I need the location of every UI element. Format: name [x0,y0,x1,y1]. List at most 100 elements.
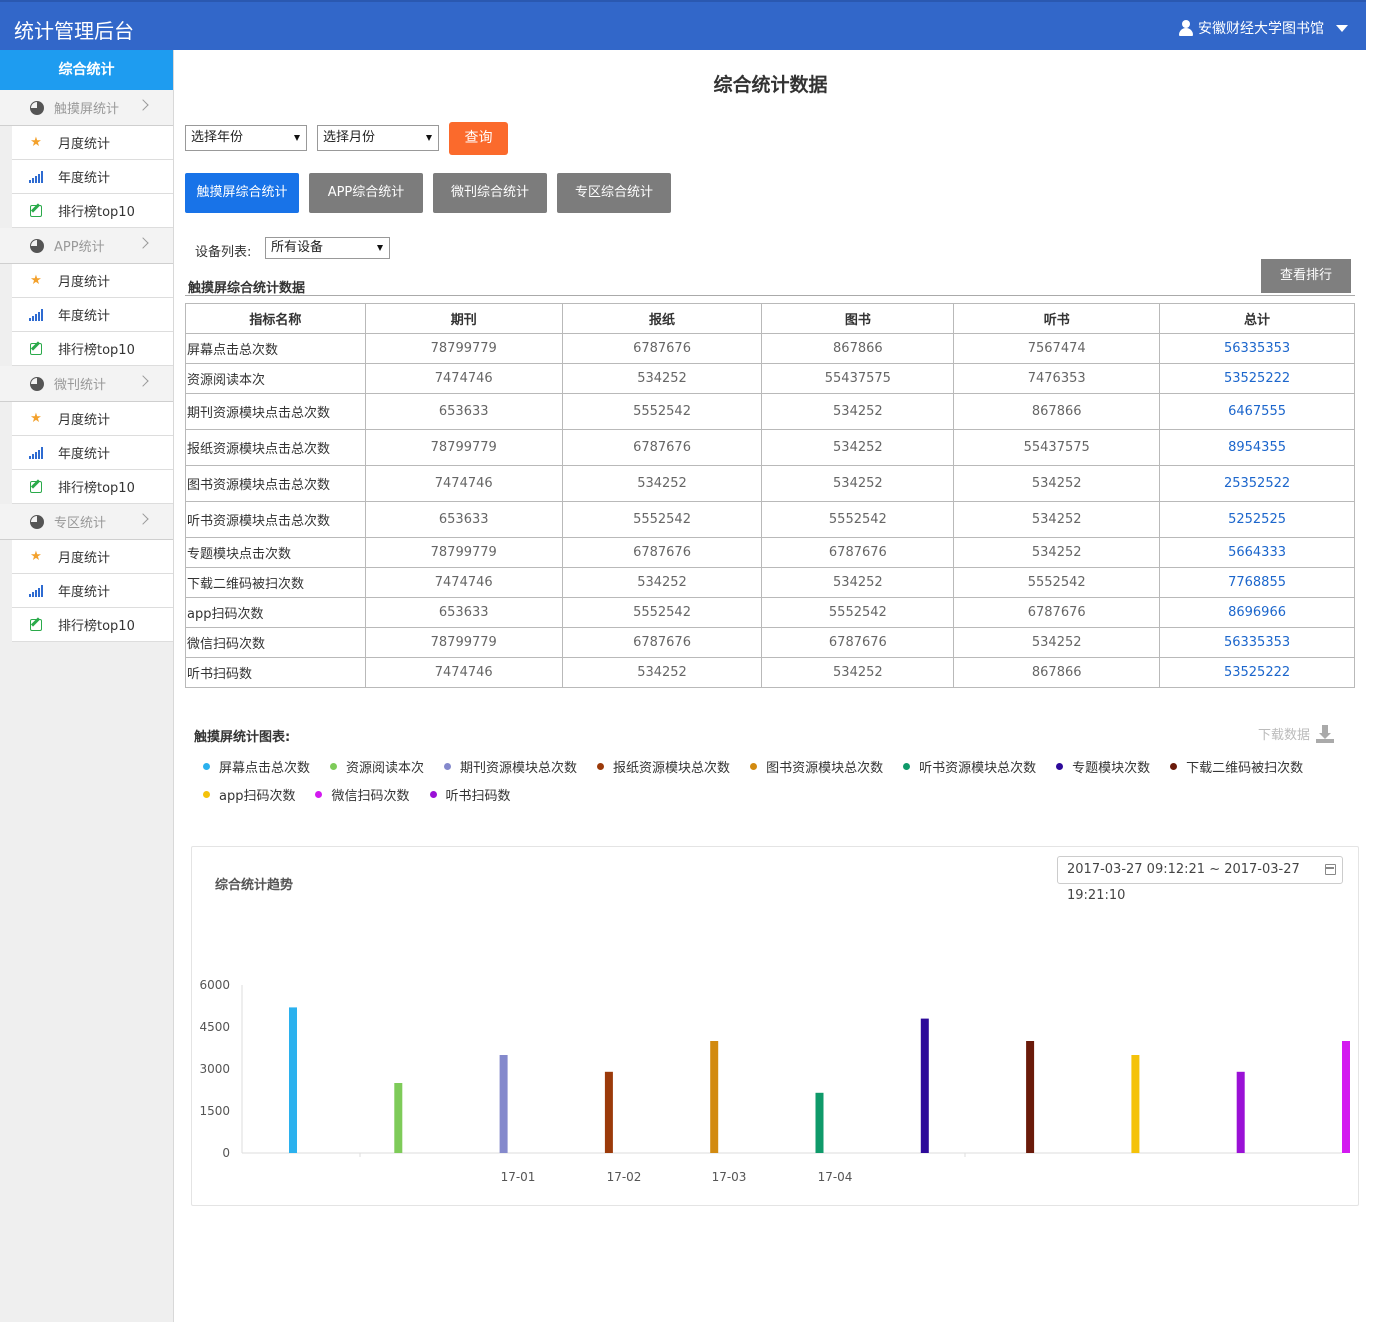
trend-panel: 综合统计趋势 2017-03-27 09:12:21 ~ 2017-03-27 … [191,846,1359,1206]
legend-dot [330,762,338,770]
legend-item[interactable]: 微信扫码次数 [315,786,410,804]
total-link[interactable]: 7768855 [1159,567,1355,598]
total-link[interactable]: 5664333 [1159,537,1355,568]
sidebar-item-3-1[interactable]: 年度统计 [12,574,173,608]
total-link[interactable]: 5252525 [1159,501,1355,538]
tab-zone[interactable]: 专区综合统计 [557,173,671,213]
sidebar-item-2-0[interactable]: ★ 月度统计 [12,402,173,436]
tab-app[interactable]: APP综合统计 [309,173,423,213]
table-row: 专题模块点击次数 78799779 6787676 6787676 534252 5664… [185,537,1355,568]
table-cell: 534252 [761,465,955,502]
bar [604,1071,613,1153]
total-link[interactable]: 53525222 [1159,363,1355,394]
bar [920,1018,929,1153]
legend-label: 屏幕点击总次数 [219,760,311,776]
legend-item[interactable]: 听书资源模块总次数 [903,758,1036,776]
edit-icon [28,204,44,218]
table-cell: 534252 [953,537,1161,568]
legend-item[interactable]: 期刊资源模块总次数 [444,758,578,776]
total-link[interactable]: 53525222 [1159,657,1355,688]
chevron-right-icon [137,375,149,387]
legend-item[interactable]: app扫码次数 [203,786,295,804]
sidebar-item-0-1[interactable]: 年度统计 [12,160,173,194]
total-link[interactable]: 8696966 [1159,597,1355,628]
sidebar-head[interactable]: 综合统计 [0,50,173,90]
query-button[interactable]: 查询 [449,122,508,155]
table-cell: 55437575 [761,363,955,394]
sidebar-item-1-0[interactable]: ★ 月度统计 [12,264,173,298]
sidebar-group-1[interactable]: APP统计 [0,228,173,264]
legend-dot [203,762,210,770]
row-label: 期刊资源模块点击总次数 [185,393,366,430]
row-label: 资源阅读本次 [185,363,366,394]
sidebar-item-label: 年度统计 [58,447,111,462]
row-label: 微信扫码次数 [185,627,366,658]
table-cell: 534252 [761,429,955,466]
edit-icon [28,618,44,632]
dropdown-arrow-icon [377,245,383,251]
download-data-button[interactable]: 下载数据 [1258,724,1335,743]
sidebar-item-3-2[interactable]: 排行榜top10 [12,608,173,642]
sidebar-item-2-2[interactable]: 排行榜top10 [12,470,173,504]
legend-item[interactable]: 报纸资源模块总次数 [597,758,730,776]
pie-chart-icon [30,100,44,115]
table-cell: 5552542 [953,567,1161,598]
total-link[interactable]: 25352522 [1159,465,1355,502]
row-label: 听书资源模块点击总次数 [185,501,366,538]
total-link[interactable]: 56335353 [1159,627,1355,658]
table-row: 报纸资源模块点击总次数 78799779 6787676 534252 55437575… [185,429,1355,466]
table-cell: 653633 [364,597,563,628]
legend-item[interactable]: 听书扫码数 [429,786,511,804]
sidebar-item-0-2[interactable]: 排行榜top10 [12,194,173,228]
sidebar-item-3-0[interactable]: ★ 月度统计 [12,540,173,574]
table-cell: 6787676 [953,597,1161,628]
sidebar-item-0-0[interactable]: ★ 月度统计 [12,126,173,160]
row-label: 报纸资源模块点击总次数 [185,429,366,466]
table-cell: 78799779 [364,627,563,658]
table-cell: 534252 [561,567,763,598]
total-link[interactable]: 8954355 [1159,429,1355,466]
legend-item[interactable]: 图书资源模块总次数 [750,758,883,776]
table-cell: 7474746 [364,657,563,688]
legend-label: 期刊资源模块总次数 [460,760,578,776]
sidebar-group-2[interactable]: 微刊统计 [0,366,173,402]
total-link[interactable]: 56335353 [1159,333,1355,364]
y-tick-label: 0 [222,1146,230,1160]
table-cell: 534252 [953,627,1161,658]
legend-dot [903,762,911,770]
x-tick-label: 17-01 [501,1170,536,1184]
month-select[interactable]: 选择月份 [317,125,439,151]
star-icon: ★ [30,549,42,564]
sidebar-group-0[interactable]: 触摸屏统计 [0,90,173,126]
table-header-cell: 听书 [953,303,1161,334]
table-row: 听书扫码数 7474746 534252 534252 867866 53525222 [185,657,1355,688]
tab-weikan[interactable]: 微刊综合统计 [433,173,547,213]
sidebar-item-1-1[interactable]: 年度统计 [12,298,173,332]
sidebar-item-label: 排行榜top10 [58,343,135,358]
tab-touchscreen[interactable]: 触摸屏综合统计 [185,173,299,213]
legend-label: 下载二维码被扫次数 [1186,760,1304,776]
y-tick-label: 4500 [199,1020,230,1034]
total-link[interactable]: 6467555 [1159,393,1355,430]
bar [1236,1071,1245,1153]
legend-item[interactable]: 专题模块次数 [1056,758,1150,776]
table-cell: 534252 [953,465,1161,502]
signal-bars-icon [28,446,44,460]
legend-item[interactable]: 屏幕点击总次数 [203,758,311,776]
user-menu[interactable]: 安徽财经大学图书馆 [1178,18,1348,38]
table-cell: 6787676 [561,429,763,466]
sidebar-item-label: 年度统计 [58,309,111,324]
legend-item[interactable]: 下载二维码被扫次数 [1170,758,1304,776]
device-select[interactable]: 所有设备 [265,237,390,259]
pie-chart-icon [30,514,44,529]
view-rank-button[interactable]: 查看排行 [1261,259,1351,293]
sidebar-item-1-2[interactable]: 排行榜top10 [12,332,173,366]
row-label: 专题模块点击次数 [185,537,366,568]
sidebar-group-3[interactable]: 专区统计 [0,504,173,540]
sidebar-item-2-1[interactable]: 年度统计 [12,436,173,470]
year-select[interactable]: 选择年份 [185,125,307,151]
legend-item[interactable]: 资源阅读本次 [330,758,424,776]
table-cell: 534252 [953,501,1161,538]
row-label: 图书资源模块点击总次数 [185,465,366,502]
table-cell: 534252 [761,393,955,430]
